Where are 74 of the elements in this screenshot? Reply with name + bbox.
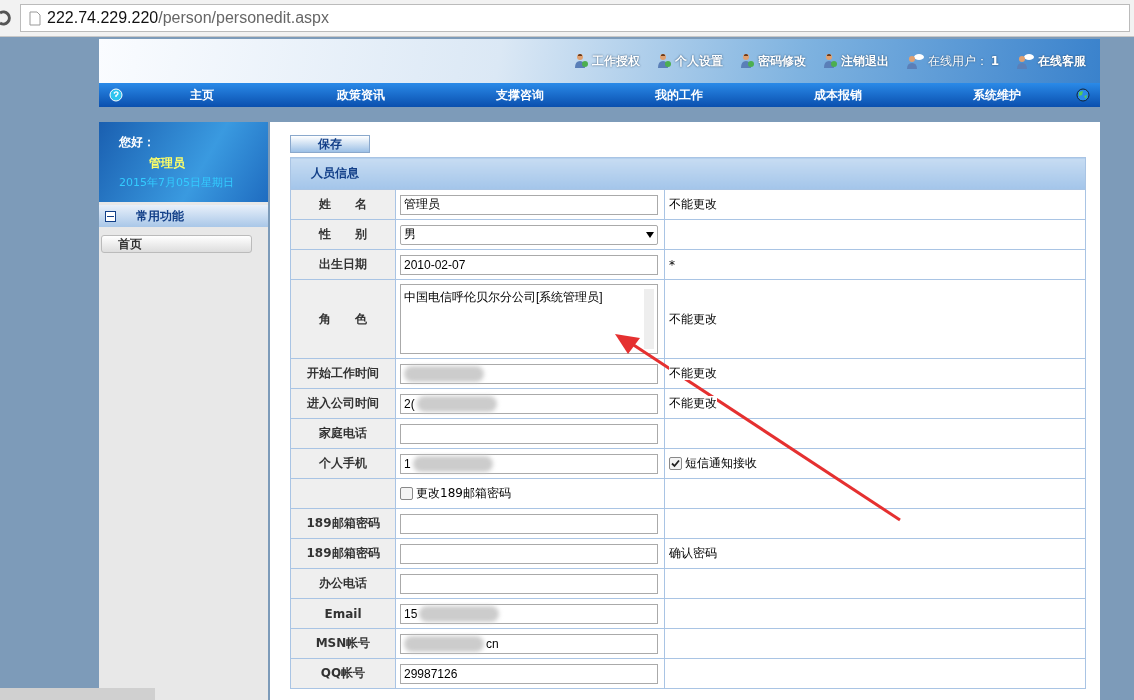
field-label: 开始工作时间 bbox=[290, 358, 396, 389]
text-field[interactable] bbox=[400, 543, 658, 564]
field-label: 角 色 bbox=[290, 279, 396, 359]
help-icon[interactable] bbox=[109, 88, 123, 102]
checkbox-label: 短信通知接收 bbox=[685, 455, 757, 472]
nav-item[interactable]: 系统维护 bbox=[917, 86, 1076, 104]
section-header[interactable]: 常用功能 bbox=[99, 205, 268, 227]
field-label: 办公电话 bbox=[290, 568, 396, 599]
field-label: 家庭电话 bbox=[290, 418, 396, 449]
reload-icon[interactable] bbox=[0, 9, 14, 27]
text-field[interactable]: 管理员 bbox=[400, 194, 658, 215]
text-field[interactable]: cn bbox=[400, 633, 658, 654]
checkbox[interactable] bbox=[400, 487, 413, 500]
field-value: 29987126 bbox=[404, 666, 458, 681]
field-value: 1 bbox=[404, 456, 411, 471]
select-field[interactable]: 男 bbox=[400, 224, 658, 245]
save-button[interactable]: 保存 bbox=[290, 135, 370, 153]
nav-item[interactable]: 成本报销 bbox=[758, 86, 918, 104]
user-icon bbox=[655, 53, 672, 69]
nav-item[interactable]: 政策资讯 bbox=[281, 86, 441, 104]
user-icon bbox=[821, 53, 838, 69]
greeting: 您好： bbox=[119, 134, 156, 151]
field-label: QQ帐号 bbox=[290, 658, 396, 689]
field-label: MSN帐号 bbox=[290, 628, 396, 659]
field-note: 不能更改 bbox=[669, 197, 717, 211]
field-value: 男 bbox=[404, 226, 416, 243]
text-field[interactable]: 15 bbox=[400, 603, 658, 624]
text-field[interactable] bbox=[400, 573, 658, 594]
field-value: 15 bbox=[404, 606, 418, 621]
globe-icon[interactable] bbox=[1075, 88, 1090, 102]
field-note: 不能更改 bbox=[669, 311, 717, 326]
scrollbar[interactable] bbox=[644, 289, 654, 349]
field-value: cn bbox=[486, 636, 499, 651]
text-field[interactable] bbox=[400, 363, 658, 384]
sidebar-item[interactable]: 首页 bbox=[101, 235, 252, 253]
user-icon bbox=[572, 53, 589, 69]
field-note: 确认密码 bbox=[669, 546, 717, 560]
field-label: 进入公司时间 bbox=[290, 388, 396, 419]
user-icon bbox=[738, 53, 755, 69]
checkbox-label: 更改189邮箱密码 bbox=[416, 485, 511, 502]
text-field[interactable]: 29987126 bbox=[400, 663, 658, 684]
header-link[interactable]: 在线客服 bbox=[1038, 52, 1086, 70]
field-label: 个人手机 bbox=[290, 448, 396, 479]
field-label: Email bbox=[290, 598, 396, 629]
field-note: 不能更改 bbox=[669, 396, 717, 410]
user-name: 管理员 bbox=[149, 155, 186, 172]
checkbox[interactable] bbox=[669, 457, 682, 470]
field-label: 出生日期 bbox=[290, 249, 396, 280]
field-value: 2010-02-07 bbox=[404, 257, 466, 272]
field-value: 中国电信呼伦贝尔分公司[系统管理员] bbox=[404, 289, 603, 306]
online-users-count: 1 bbox=[990, 54, 999, 68]
address-field[interactable]: 222.74.229.220/person/personedit.aspx bbox=[20, 4, 1130, 32]
text-field[interactable]: 1 bbox=[400, 453, 658, 474]
text-field[interactable] bbox=[400, 513, 658, 534]
scrollbar[interactable] bbox=[0, 688, 155, 700]
field-label: 189邮箱密码 bbox=[290, 508, 396, 539]
section-title: 人员信息 bbox=[290, 157, 1086, 190]
text-field[interactable]: 2010-02-07 bbox=[400, 254, 658, 275]
dropdown-icon bbox=[646, 231, 654, 238]
field-value: 管理员 bbox=[404, 196, 440, 213]
text-area[interactable]: 中国电信呼伦贝尔分公司[系统管理员] bbox=[400, 284, 658, 354]
text-field[interactable] bbox=[400, 423, 658, 444]
nav-item[interactable]: 主页 bbox=[123, 86, 282, 104]
field-label: 189邮箱密码 bbox=[290, 538, 396, 569]
field-value: 2( bbox=[404, 396, 415, 411]
field-note: 不能更改 bbox=[669, 366, 717, 380]
page-icon bbox=[29, 10, 41, 26]
collapse-icon[interactable] bbox=[105, 210, 116, 222]
nav-item[interactable]: 我的工作 bbox=[599, 86, 759, 104]
text-field[interactable]: 2( bbox=[400, 393, 658, 414]
field-label: 姓 名 bbox=[290, 189, 396, 220]
online-users-label: 在线用户： bbox=[927, 52, 988, 70]
nav-item[interactable]: 支撑咨询 bbox=[440, 86, 600, 104]
field-label: 性 别 bbox=[290, 219, 396, 250]
